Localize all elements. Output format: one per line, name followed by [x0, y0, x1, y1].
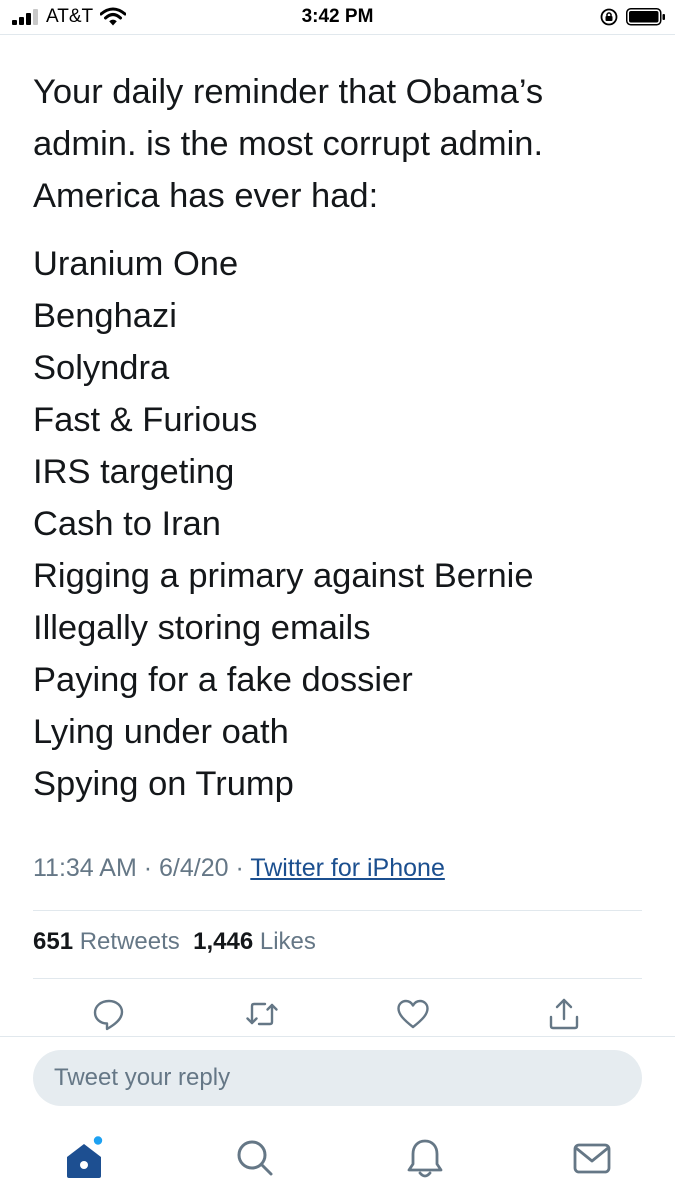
orientation-lock-icon — [600, 8, 618, 26]
list-item: Fast & Furious — [33, 401, 258, 439]
list-item: Illegally storing emails — [33, 609, 371, 647]
divider — [33, 978, 642, 979]
notifications-icon[interactable] — [403, 1136, 447, 1180]
meta-separator: · — [143, 854, 153, 882]
list-item: Rigging a primary against Bernie — [33, 557, 534, 595]
home-icon[interactable] — [64, 1136, 108, 1180]
divider — [33, 910, 642, 911]
search-icon[interactable] — [233, 1136, 277, 1180]
tweet-meta: 11:34 AM · 6/4/20 · Twitter for iPhone — [33, 854, 445, 883]
tweet-time: 11:34 AM — [33, 854, 137, 882]
tweet-stats: 651 Retweets 1,446 Likes — [33, 928, 316, 956]
reply-icon[interactable] — [91, 996, 127, 1032]
status-time: 3:42 PM — [301, 6, 374, 27]
tweet-date: 6/4/20 — [159, 854, 229, 882]
tweet-list: Uranium One Benghazi Solyndra Fast & Fur… — [33, 238, 643, 810]
header-divider — [0, 34, 675, 35]
divider — [0, 1036, 675, 1037]
retweets-label: Retweets — [79, 928, 180, 955]
likes-count: 1,446 — [193, 928, 254, 955]
list-item: Uranium One — [33, 245, 239, 283]
list-item: IRS targeting — [33, 453, 235, 491]
share-icon[interactable] — [546, 996, 582, 1032]
messages-icon[interactable] — [570, 1136, 614, 1180]
like-icon[interactable] — [395, 996, 431, 1032]
list-item: Solyndra — [33, 349, 170, 387]
status-bar: AT&T 3:42 PM — [0, 0, 675, 34]
source-link[interactable]: Twitter for iPhone — [250, 854, 445, 882]
reply-input[interactable]: Tweet your reply — [33, 1050, 642, 1106]
list-item: Cash to Iran — [33, 505, 221, 543]
meta-separator: · — [235, 854, 244, 882]
list-item: Spying on Trump — [33, 765, 294, 803]
list-item: Lying under oath — [33, 713, 289, 751]
battery-icon — [626, 8, 665, 26]
retweets-count: 651 — [33, 928, 74, 955]
likes-stat[interactable]: 1,446 Likes — [193, 928, 316, 955]
list-item: Paying for a fake dossier — [33, 661, 413, 699]
retweet-icon[interactable] — [244, 996, 280, 1032]
tweet-text: Your daily reminder that Obama’s admin. … — [33, 66, 643, 810]
retweets-stat[interactable]: 651 Retweets — [33, 928, 180, 955]
likes-label: Likes — [259, 928, 316, 955]
tweet-intro: Your daily reminder that Obama’s admin. … — [33, 73, 544, 215]
list-item: Benghazi — [33, 297, 177, 335]
